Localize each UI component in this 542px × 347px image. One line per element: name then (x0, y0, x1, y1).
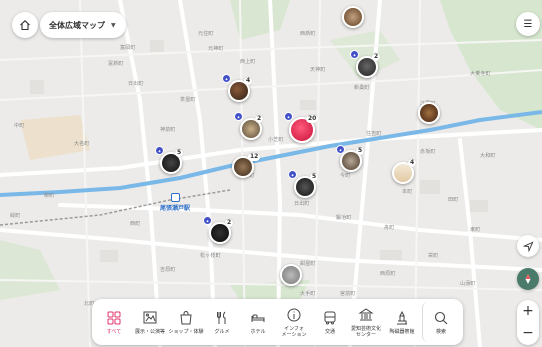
map-marker[interactable] (418, 102, 440, 124)
district-label: 田町 (448, 197, 459, 203)
district-label: 西原町 (380, 271, 396, 277)
district-label: 宮前町 (340, 291, 356, 297)
fork-knife-icon (217, 311, 226, 324)
district-label: 西上町 (240, 59, 256, 65)
home-icon (20, 20, 30, 31)
district-label: 紺屋町 (300, 261, 316, 267)
category-label: 検索 (435, 328, 446, 335)
category-tag-icon: ◆ (234, 112, 243, 121)
district-label: 西町 (130, 221, 141, 227)
zoom-in-button[interactable]: + (517, 300, 539, 322)
district-label: 西新町 (300, 31, 316, 37)
district-label: 富岡町 (120, 45, 136, 51)
district-label: 元住町 (198, 31, 214, 37)
category-all[interactable]: すべて (96, 302, 132, 342)
district-label: 赤坂町 (420, 149, 436, 155)
station-marker[interactable]: 尾張瀬戸駅 (160, 193, 190, 212)
compass-button[interactable] (517, 268, 539, 290)
menu-button[interactable]: ☰ (516, 12, 540, 36)
area-selector-dropdown[interactable]: 全体広域マップ ▼ (40, 12, 126, 38)
zoom-control: + − (517, 300, 539, 345)
category-information[interactable]: インフォ メーション (276, 302, 312, 342)
district-label: 大和町 (480, 153, 496, 159)
monument-icon (397, 310, 407, 324)
current-location-button[interactable] (517, 235, 539, 257)
menu-icon: ☰ (523, 18, 533, 30)
category-label: ホテル (250, 328, 266, 335)
category-bar: すべて 展示・公演等 ショップ・体験 グルメ ホテル インフォ メーション 交通… (92, 299, 463, 345)
district-label: 新桑町 (354, 85, 370, 91)
district-label: 本町 (402, 189, 413, 195)
station-label: 尾張瀬戸駅 (160, 205, 191, 212)
category-label: グルメ (214, 328, 230, 335)
district-label: 日出町 (128, 81, 144, 87)
category-label: 陶磁器祭館 (389, 328, 415, 335)
bed-icon (251, 314, 265, 322)
category-tag-icon: ◆ (155, 146, 164, 155)
category-tag-icon: ◆ (203, 216, 212, 225)
all-icon (107, 311, 121, 324)
gallery-icon (143, 311, 157, 323)
category-label: すべて (106, 328, 122, 335)
district-label: 東町 (470, 227, 481, 233)
category-label: ショップ・体験 (168, 328, 204, 335)
search-icon (434, 311, 448, 324)
info-icon (287, 308, 301, 321)
district-label: 松ヶ枝町 (200, 253, 221, 259)
category-transport[interactable]: 交通 (312, 302, 348, 342)
district-label: 元神町 (208, 46, 224, 52)
district-label: 茶屋町 (180, 97, 196, 103)
navigation-arrow-icon (522, 240, 534, 252)
category-search[interactable]: 検索 (422, 302, 459, 342)
district-label: 日出町 (294, 201, 310, 207)
district-label: 舟町 (384, 225, 395, 231)
district-label: 栄町 (428, 253, 439, 259)
district-label: 小芝町 (268, 137, 284, 143)
category-exhibitions[interactable]: 展示・公演等 (132, 302, 168, 342)
category-label: 愛知芸術文化 センター (350, 325, 381, 338)
category-label: 交通 (324, 328, 335, 335)
chevron-down-icon: ▼ (111, 21, 116, 29)
category-shop[interactable]: ショップ・体験 (168, 302, 204, 342)
district-label: 鍛冶町 (336, 215, 352, 221)
district-label: 大手町 (300, 291, 316, 297)
map-marker[interactable] (280, 264, 302, 286)
zoom-out-button[interactable]: − (517, 322, 539, 344)
district-label: 大乗寺町 (470, 71, 491, 77)
district-label: 吉原町 (160, 267, 176, 273)
category-gourmet[interactable]: グルメ (204, 302, 240, 342)
district-label: 住吉町 (366, 131, 382, 137)
district-label: 神前町 (160, 127, 176, 133)
category-tag-icon: ◆ (336, 145, 345, 154)
district-label: 冨新町 (108, 61, 124, 67)
train-icon (170, 193, 180, 202)
district-label: 中町 (14, 123, 25, 129)
marker-count: 20 (306, 115, 319, 123)
home-button[interactable] (12, 12, 38, 38)
district-label: 大名町 (74, 141, 90, 147)
district-label: 今町 (340, 173, 351, 179)
map-canvas[interactable] (0, 0, 542, 347)
category-tag-icon: ◆ (284, 112, 293, 121)
category-ceramics-hall[interactable]: 陶磁器祭館 (384, 302, 420, 342)
category-tag-icon: ◆ (222, 74, 231, 83)
category-arts-center[interactable]: 愛知芸術文化 センター (348, 302, 384, 342)
map-marker[interactable] (342, 6, 364, 28)
category-label: 展示・公演等 (134, 328, 165, 335)
category-label: インフォ メーション (281, 325, 307, 338)
museum-icon (358, 307, 374, 320)
marker-count: 12 (248, 153, 261, 161)
district-label: 柳町 (44, 193, 55, 199)
category-tag-icon: ◆ (350, 50, 359, 59)
compass-icon (525, 274, 531, 284)
category-tag-icon: ◆ (288, 170, 297, 179)
bus-icon (324, 311, 336, 324)
category-hotel[interactable]: ホテル (240, 302, 276, 342)
area-selector-label: 全体広域マップ (49, 20, 105, 30)
district-label: 山添町 (460, 281, 476, 287)
district-label: 天神町 (310, 67, 326, 73)
shop-icon (180, 310, 192, 324)
district-label: 緑町 (10, 213, 21, 219)
